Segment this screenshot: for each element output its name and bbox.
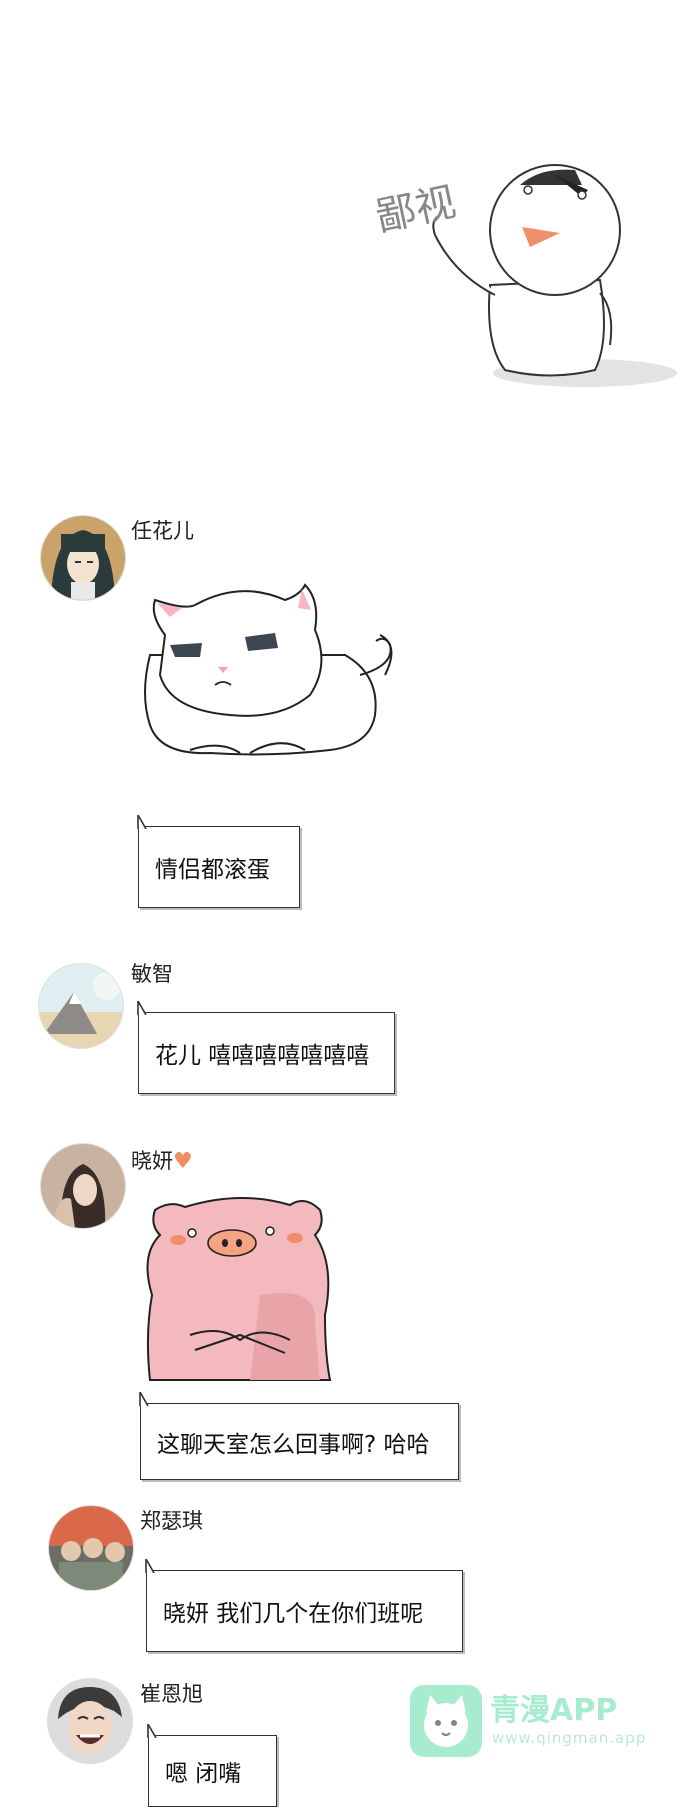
message-bubble: 嗯 闭嘴	[147, 1724, 277, 1807]
watermark: 青漫APP www.qingman.app	[410, 1685, 650, 1757]
sender-name: 郑瑟琪	[140, 1509, 203, 1533]
avatar[interactable]	[48, 1505, 134, 1591]
message-text: 这聊天室怎么回事啊? 哈哈	[157, 1431, 430, 1458]
message-text: 嗯 闭嘴	[165, 1761, 242, 1787]
white-cat-sticker	[130, 575, 400, 765]
app-logo-icon	[410, 1685, 482, 1757]
snowman-sticker: 鄙视	[372, 145, 680, 395]
message-bubble: 花儿 嘻嘻嘻嘻嘻嘻嘻	[137, 1001, 395, 1094]
message-bubble: 这聊天室怎么回事啊? 哈哈	[139, 1392, 459, 1480]
message-text: 晓妍 我们几个在你们班呢	[163, 1601, 424, 1627]
sender-name: 晓妍♥	[131, 1145, 193, 1175]
message-bubble: 情侣都滚蛋	[137, 815, 300, 908]
watermark-url: www.qingman.app	[492, 1729, 647, 1747]
heart-icon: ♥	[173, 1149, 193, 1174]
message-bubble: 晓妍 我们几个在你们班呢	[145, 1559, 463, 1652]
sender-name-text: 晓妍	[131, 1149, 173, 1173]
avatar[interactable]	[40, 515, 126, 601]
message-text: 情侣都滚蛋	[155, 857, 270, 883]
pink-pig-sticker	[140, 1185, 340, 1390]
avatar[interactable]	[47, 1678, 133, 1764]
message-text: 花儿 嘻嘻嘻嘻嘻嘻嘻	[155, 1043, 370, 1069]
sender-name: 任花儿	[131, 519, 194, 543]
sender-name: 敏智	[131, 962, 173, 986]
watermark-title: 青漫APP	[490, 1693, 618, 1728]
avatar[interactable]	[38, 963, 124, 1049]
avatar[interactable]	[40, 1143, 126, 1229]
sender-name: 崔恩旭	[140, 1682, 203, 1706]
